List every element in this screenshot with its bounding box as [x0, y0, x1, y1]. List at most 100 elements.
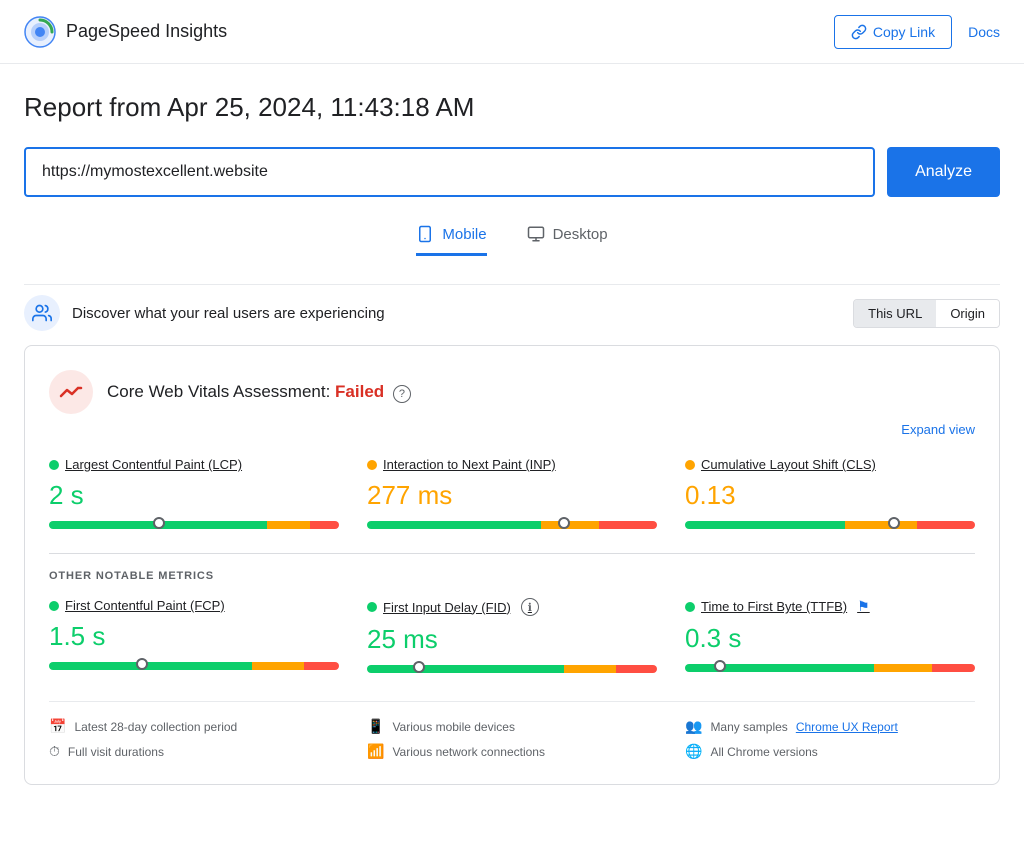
cls-marker	[888, 517, 900, 529]
fid-marker	[413, 661, 425, 673]
tab-mobile[interactable]: Mobile	[416, 225, 486, 256]
header-actions: Copy Link Docs	[834, 15, 1000, 49]
lcp-bar	[49, 521, 339, 529]
lcp-bar-red	[310, 521, 339, 529]
desktop-icon	[527, 225, 545, 243]
ttfb-dot	[685, 602, 695, 612]
metric-lcp: Largest Contentful Paint (LCP) 2 s	[49, 457, 339, 533]
logo-text: PageSpeed Insights	[66, 21, 227, 42]
metric-lcp-name[interactable]: Largest Contentful Paint (LCP)	[49, 457, 339, 472]
cls-bar-green	[685, 521, 845, 529]
cwv-card: Core Web Vitals Assessment: Failed ? Exp…	[24, 345, 1000, 785]
footer-item-chrome: 🌐 All Chrome versions	[685, 743, 975, 760]
metric-ttfb-value: 0.3 s	[685, 623, 975, 654]
lcp-dot	[49, 460, 59, 470]
url-origin-toggle: This URL Origin	[853, 299, 1000, 328]
metric-inp-name[interactable]: Interaction to Next Paint (INP)	[367, 457, 657, 472]
users-icon	[24, 295, 60, 331]
chrome-ux-link[interactable]: Chrome UX Report	[796, 720, 898, 734]
footer-info: 📅 Latest 28-day collection period 📱 Vari…	[49, 701, 975, 760]
fcp-bar-red	[304, 662, 339, 670]
fid-bar-green	[367, 665, 564, 673]
users-footer-icon: 👥	[685, 718, 702, 735]
cwv-info-icon[interactable]: ?	[393, 385, 411, 403]
other-metrics-label: OTHER NOTABLE METRICS	[49, 570, 975, 582]
link-icon	[851, 24, 867, 40]
this-url-button[interactable]: This URL	[854, 300, 936, 327]
footer-item-collection: 📅 Latest 28-day collection period	[49, 718, 339, 735]
fcp-bar	[49, 662, 339, 670]
header: PageSpeed Insights Copy Link Docs	[0, 0, 1024, 64]
ttfb-flag-icon: ⚑	[857, 598, 870, 615]
footer-item-devices: 📱 Various mobile devices	[367, 718, 657, 735]
metric-fid-name[interactable]: First Input Delay (FID) ℹ	[367, 598, 657, 616]
cwv-status-icon	[49, 370, 93, 414]
mobile-devices-icon: 📱	[367, 718, 384, 735]
metric-inp: Interaction to Next Paint (INP) 277 ms	[367, 457, 657, 533]
ttfb-bar-red	[932, 664, 976, 672]
cwv-title: Core Web Vitals Assessment: Failed ?	[107, 382, 411, 403]
fid-dot	[367, 602, 377, 612]
cls-dot	[685, 460, 695, 470]
ttfb-bar	[685, 664, 975, 672]
metric-ttfb-name[interactable]: Time to First Byte (TTFB) ⚑	[685, 598, 975, 615]
globe-icon: 🌐	[685, 743, 702, 760]
lcp-bar-orange	[267, 521, 311, 529]
metric-cls-name[interactable]: Cumulative Layout Shift (CLS)	[685, 457, 975, 472]
other-metrics-grid: First Contentful Paint (FCP) 1.5 s First…	[49, 598, 975, 677]
docs-link[interactable]: Docs	[968, 24, 1000, 40]
footer-item-network: 📶 Various network connections	[367, 743, 657, 760]
footer-item-visits: ⏱ Full visit durations	[49, 743, 339, 760]
cwv-status: Failed	[335, 382, 384, 401]
calendar-icon: 📅	[49, 718, 66, 735]
metric-inp-value: 277 ms	[367, 480, 657, 511]
cls-bar	[685, 521, 975, 529]
inp-bar-green	[367, 521, 541, 529]
real-users-text: Discover what your real users are experi…	[72, 305, 385, 322]
metric-cls-value: 0.13	[685, 480, 975, 511]
fid-bar-orange	[564, 665, 616, 673]
fid-info-icon[interactable]: ℹ	[521, 598, 539, 616]
report-title: Report from Apr 25, 2024, 11:43:18 AM	[24, 92, 1000, 123]
cwv-header: Core Web Vitals Assessment: Failed ?	[49, 370, 975, 414]
url-input[interactable]	[24, 147, 875, 197]
analyze-button[interactable]: Analyze	[887, 147, 1000, 197]
metric-lcp-value: 2 s	[49, 480, 339, 511]
fcp-bar-green	[49, 662, 252, 670]
expand-view-link[interactable]: Expand view	[49, 422, 975, 437]
tab-desktop[interactable]: Desktop	[527, 225, 608, 256]
metric-fcp-name[interactable]: First Contentful Paint (FCP)	[49, 598, 339, 613]
url-bar: Analyze	[24, 147, 1000, 197]
network-icon: 📶	[367, 743, 384, 760]
copy-link-button[interactable]: Copy Link	[834, 15, 952, 49]
cwv-metrics-grid: Largest Contentful Paint (LCP) 2 s Inter…	[49, 457, 975, 533]
fcp-marker	[136, 658, 148, 670]
real-users-bar: Discover what your real users are experi…	[24, 284, 1000, 345]
metric-cls: Cumulative Layout Shift (CLS) 0.13	[685, 457, 975, 533]
inp-bar-red	[599, 521, 657, 529]
device-tabs: Mobile Desktop	[24, 225, 1000, 256]
pagespeed-logo-icon	[24, 16, 56, 48]
inp-bar	[367, 521, 657, 529]
ttfb-bar-orange	[874, 664, 932, 672]
metric-fcp-value: 1.5 s	[49, 621, 339, 652]
inp-marker	[558, 517, 570, 529]
logo-container: PageSpeed Insights	[24, 16, 227, 48]
main-content: Report from Apr 25, 2024, 11:43:18 AM An…	[0, 64, 1024, 785]
origin-button[interactable]: Origin	[936, 300, 999, 327]
footer-item-samples: 👥 Many samples Chrome UX Report	[685, 718, 975, 735]
cls-bar-red	[917, 521, 975, 529]
inp-dot	[367, 460, 377, 470]
mobile-icon	[416, 225, 434, 243]
cls-bar-orange	[845, 521, 918, 529]
metric-fid-value: 25 ms	[367, 624, 657, 655]
metric-ttfb: Time to First Byte (TTFB) ⚑ 0.3 s	[685, 598, 975, 677]
ttfb-marker	[714, 660, 726, 672]
metric-fcp: First Contentful Paint (FCP) 1.5 s	[49, 598, 339, 677]
metric-fid: First Input Delay (FID) ℹ 25 ms	[367, 598, 657, 677]
fid-bar-red	[616, 665, 657, 673]
fid-bar	[367, 665, 657, 673]
section-divider	[49, 553, 975, 554]
lcp-marker	[153, 517, 165, 529]
timer-icon: ⏱	[49, 743, 60, 760]
